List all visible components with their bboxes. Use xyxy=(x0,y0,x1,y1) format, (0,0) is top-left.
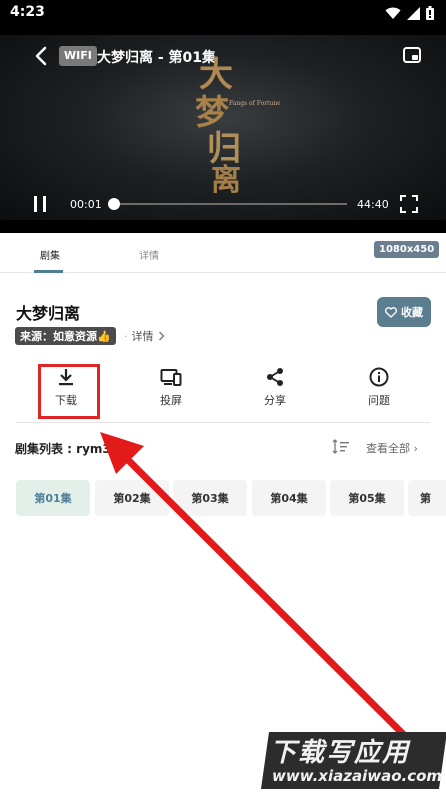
watermark-text: 下载写应用 xyxy=(270,738,411,768)
poster-char-4: 离 xyxy=(211,163,241,193)
size-badge: 1080x450 xyxy=(374,241,440,258)
wifi-badge: WIFI xyxy=(59,46,97,66)
episode-chip[interactable]: 第02集 xyxy=(95,480,169,516)
highlight-box xyxy=(38,364,100,419)
tab-episodes[interactable]: 剧集 xyxy=(40,247,60,262)
tab-details[interactable]: 详情 xyxy=(139,247,159,262)
favorite-label: 收藏 xyxy=(401,306,423,319)
duration-time: 44:40 xyxy=(357,198,389,211)
issue-button[interactable]: 问题 xyxy=(349,366,409,411)
episode-chip[interactable]: 第 xyxy=(408,480,446,516)
signal-icon xyxy=(407,6,420,20)
status-time: 4:23 xyxy=(10,4,45,20)
info-icon xyxy=(369,367,389,387)
episode-chip[interactable]: 第01集 xyxy=(16,480,90,516)
share-button[interactable]: 分享 xyxy=(245,366,305,411)
show-title: 大梦归离 xyxy=(16,304,81,323)
tab-underline xyxy=(34,270,63,273)
episode-chip[interactable]: 第05集 xyxy=(330,480,404,516)
poster-subtitle: Fangs of Fortune xyxy=(229,100,280,107)
source-tag[interactable]: 来源：如意资源👍 xyxy=(15,327,116,345)
status-icons xyxy=(385,6,434,20)
episode-row: 第01集 第02集 第03集 第04集 第05集 第 xyxy=(16,480,446,517)
detail-link[interactable]: · 详情 xyxy=(124,328,165,344)
poster-char-2: 梦 xyxy=(195,93,229,133)
cast-button[interactable]: 投屏 xyxy=(141,366,201,411)
poster-calligraphy: 大 梦 归 离 Fangs of Fortune xyxy=(195,55,280,193)
detail-link-label: 详情 xyxy=(131,330,154,343)
episode-chip[interactable]: 第03集 xyxy=(173,480,247,516)
pip-icon[interactable] xyxy=(402,45,422,65)
back-arrow-icon[interactable] xyxy=(30,44,52,68)
battery-icon xyxy=(426,6,434,20)
wifi-icon xyxy=(385,7,401,19)
watermark-url: www.xiazaiwao.com xyxy=(272,767,443,785)
episode-list-title: 剧集列表 : rym3u8 xyxy=(15,442,128,456)
heart-icon xyxy=(385,306,397,318)
chevron-right-icon: › xyxy=(413,442,418,455)
share-icon xyxy=(267,368,283,386)
tab-bar: 剧集 详情 1080x450 xyxy=(0,233,446,273)
poster-char-1: 大 xyxy=(199,55,233,95)
episode-chip[interactable]: 第04集 xyxy=(252,480,326,516)
progress-track[interactable] xyxy=(111,203,347,205)
fullscreen-icon[interactable] xyxy=(400,195,418,213)
pause-icon[interactable] xyxy=(32,195,48,213)
divider xyxy=(16,422,430,423)
progress-knob[interactable] xyxy=(108,198,120,210)
favorite-button[interactable]: 收藏 xyxy=(377,297,431,327)
share-label: 分享 xyxy=(264,394,286,407)
video-player[interactable]: 4:23 WIFI 大梦归离 - 第01集 大 梦 归 离 Fangs of F… xyxy=(0,0,446,233)
view-all-link[interactable]: 查看全部 › xyxy=(366,440,418,456)
chevron-right-icon xyxy=(158,331,164,341)
issue-label: 问题 xyxy=(368,394,390,407)
cast-screen-icon xyxy=(160,369,182,386)
cast-label: 投屏 xyxy=(160,394,182,407)
view-all-label: 查看全部 xyxy=(366,442,410,455)
sort-icon[interactable] xyxy=(332,439,350,455)
separator-dot: · xyxy=(124,329,128,343)
status-bar: 4:23 xyxy=(0,0,446,26)
current-time: 00:01 xyxy=(70,198,102,211)
